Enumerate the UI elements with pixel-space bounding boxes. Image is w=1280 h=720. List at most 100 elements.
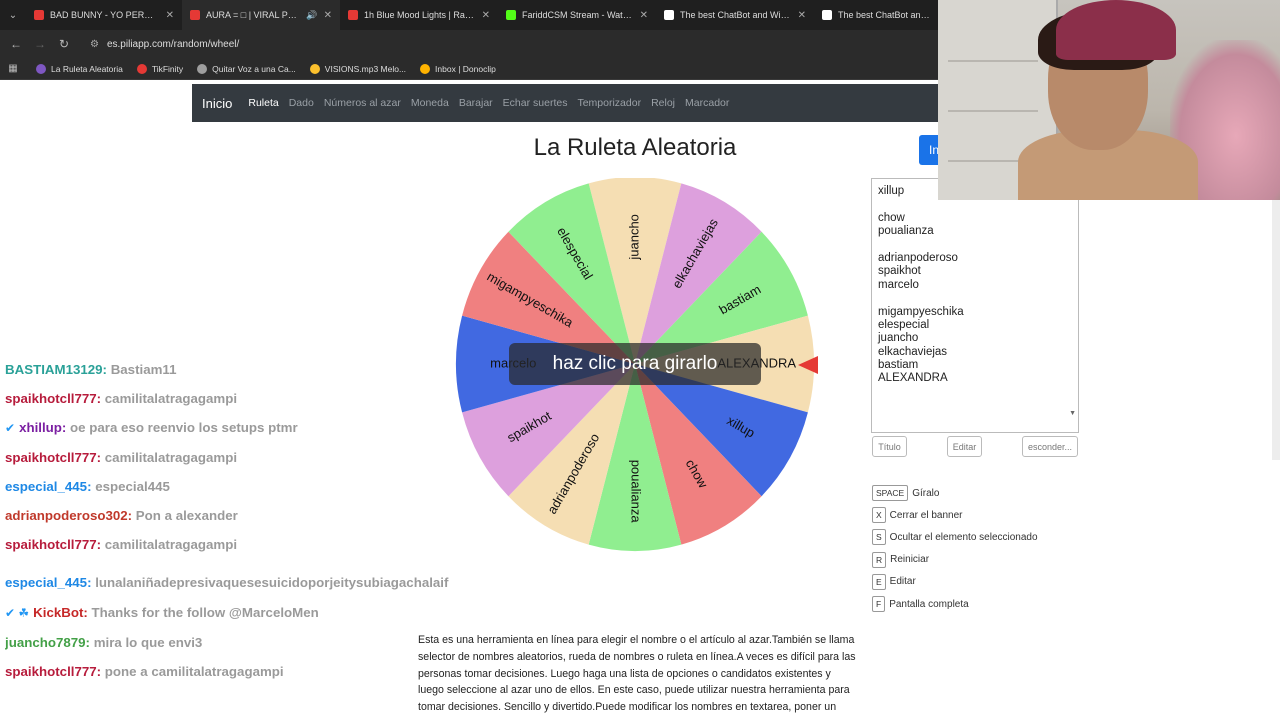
- site-brand-link[interactable]: Inicio: [202, 96, 232, 111]
- webcam-overlay: [938, 0, 1280, 200]
- tab-favicon-icon: [348, 10, 358, 20]
- shortcut-key: E: [872, 573, 886, 590]
- bookmark-item[interactable]: Inbox | Donoclip: [420, 63, 496, 74]
- title-button[interactable]: Título: [872, 436, 907, 457]
- names-line: [878, 198, 1072, 211]
- shortcut-key: S: [872, 529, 886, 546]
- names-line: marcelo: [878, 278, 919, 291]
- edit-button[interactable]: Editar: [947, 436, 982, 457]
- forward-icon[interactable]: →: [28, 37, 52, 51]
- chat-message: spaikhotcll777: camilitalatragagampi: [5, 448, 475, 467]
- bookmark-item[interactable]: VISIONS.mp3 Melo...: [309, 63, 406, 74]
- chat-username: spaikhotcll777:: [5, 450, 102, 465]
- shortcut-label: Reiniciar: [890, 554, 930, 566]
- tab-search-icon[interactable]: ⌄: [0, 0, 26, 30]
- browser-tab[interactable]: AURA = □ | VIRAL PHONK 🔊 ✕: [182, 0, 340, 30]
- webcam-headset: [1056, 0, 1176, 60]
- nav-link[interactable]: Dado: [289, 97, 314, 109]
- chat-message: ✔ ☘ KickBot: Thanks for the follow @Marce…: [5, 603, 475, 623]
- nav-link[interactable]: Temporizador: [577, 97, 641, 109]
- tab-title: 1h Blue Mood Lights | Radial g: [364, 10, 476, 20]
- shortcut-key: R: [872, 551, 887, 568]
- apps-grid-icon[interactable]: ▦: [0, 63, 26, 74]
- browser-tab[interactable]: FariddCSM Stream - Watch Live ✕: [498, 0, 656, 30]
- blue-action-button[interactable]: In: [919, 135, 940, 165]
- browser-tab[interactable]: BAD BUNNY - YO PERREO SOL ✕: [26, 0, 182, 30]
- chat-username: especial_445:: [5, 479, 92, 494]
- page-title: La Ruleta Aleatoria: [533, 134, 737, 161]
- names-line: migampyeschika: [878, 305, 964, 318]
- tab-title: The best ChatBot and Widgets: [838, 10, 932, 20]
- back-icon[interactable]: ←: [4, 37, 28, 51]
- chat-message: ✔ xhillup: oe para eso reenvio los setups…: [5, 418, 475, 438]
- wheel-segment-label: poualianza: [629, 460, 644, 524]
- chat-message: especial_445: lunalaniñadepresivaquesesu…: [5, 572, 475, 593]
- chat-text: Thanks for the follow @MarceloMen: [91, 605, 319, 620]
- nav-link[interactable]: Moneda: [411, 97, 449, 109]
- bookmark-item[interactable]: La Ruleta Aleatoria: [36, 63, 123, 74]
- names-line: [878, 292, 1072, 305]
- tab-title: The best ChatBot and Widgets: [680, 10, 792, 20]
- chat-username: spaikhotcll777:: [5, 537, 102, 552]
- nav-link[interactable]: Marcador: [685, 97, 729, 109]
- nav-link[interactable]: Reloj: [651, 97, 675, 109]
- scroll-down-icon[interactable]: ▼: [1069, 407, 1076, 420]
- hide-button[interactable]: esconder...: [1022, 436, 1078, 457]
- tab-title: FariddCSM Stream - Watch Live: [522, 10, 634, 20]
- bookmark-label: Inbox | Donoclip: [435, 63, 496, 74]
- tab-close-icon[interactable]: ✕: [798, 10, 806, 21]
- reload-icon[interactable]: ↻: [52, 37, 76, 51]
- browser-tab[interactable]: The best ChatBot and Widgets ✕: [656, 0, 814, 30]
- site-info-icon[interactable]: ⚙: [90, 39, 99, 50]
- chat-message: spaikhotcll777: camilitalatragagampi: [5, 389, 475, 408]
- chat-badge-icon: ✔ ☘: [5, 606, 30, 620]
- tab-close-icon[interactable]: ✕: [640, 10, 648, 21]
- bookmark-favicon-icon: [136, 63, 147, 74]
- nav-link[interactable]: Barajar: [459, 97, 493, 109]
- names-line: chow: [878, 211, 905, 224]
- tab-close-icon[interactable]: ✕: [324, 10, 332, 21]
- chat-text: camilitalatragagampi: [104, 450, 238, 465]
- tab-close-icon[interactable]: ✕: [166, 10, 174, 21]
- browser-tab[interactable]: 1h Blue Mood Lights | Radial g ✕: [340, 0, 498, 30]
- chat-text: camilitalatragagampi: [104, 391, 238, 406]
- shortcut-row: SPACE Gíralo: [872, 482, 1038, 504]
- names-line: poualianza: [878, 225, 934, 238]
- names-line: ALEXANDRA: [878, 372, 948, 385]
- shortcut-key: F: [872, 596, 886, 613]
- browser-tab[interactable]: The best ChatBot and Widgets: [814, 0, 940, 30]
- page-scrollbar[interactable]: [1272, 200, 1280, 460]
- browser-address-bar: ← → ↻ ⚙ es.piliapp.com/random/wheel/: [0, 30, 940, 58]
- shortcut-key: X: [872, 507, 886, 524]
- chat-message: BASTIAM13129: Bastiam11: [5, 360, 475, 379]
- chat-text: Bastiam11: [110, 362, 177, 377]
- names-line: spaikhot: [878, 265, 921, 278]
- bookmarks-bar: ▦ La Ruleta Aleatoria TikFinity Quitar Voz…: [0, 58, 940, 80]
- chat-username: especial_445:: [5, 575, 92, 590]
- chat-username: KickBot:: [33, 605, 88, 620]
- tab-audio-icon[interactable]: 🔊: [306, 10, 317, 21]
- bookmark-item[interactable]: Quitar Voz a una Ca...: [197, 63, 296, 74]
- spin-button[interactable]: haz clic para girarlo: [509, 343, 761, 385]
- names-line: elespecial: [878, 318, 930, 331]
- tab-title: AURA = □ | VIRAL PHONK: [206, 10, 300, 20]
- names-textarea[interactable]: xillup chow poualianza adrianpoderoso spaikh…: [871, 178, 1079, 433]
- tab-close-icon[interactable]: ✕: [482, 10, 490, 21]
- random-wheel[interactable]: juanchoelkachaviejasbastiamALEXANDRAxill…: [454, 178, 818, 552]
- shortcut-label: Pantalla completa: [889, 598, 969, 610]
- nav-link[interactable]: Echar suertes: [503, 97, 568, 109]
- chat-message: juancho7879: mira lo que envi3: [5, 633, 475, 652]
- url-input[interactable]: ⚙ es.piliapp.com/random/wheel/: [90, 33, 930, 55]
- shortcut-row: R Reiniciar: [872, 549, 1038, 571]
- chat-text: oe para eso reenvio los setups ptmr: [70, 420, 298, 435]
- description-text: Esta es una herramienta en línea para el…: [418, 634, 856, 714]
- chat-badge-icon: ✔: [5, 421, 16, 435]
- stream-chat-overlay: BASTIAM13129: Bastiam11 spaikhotcll777: c…: [5, 362, 475, 691]
- wheel-segment-label: juancho: [626, 214, 641, 261]
- chat-message: especial_445: especial445: [5, 477, 475, 496]
- bookmark-item[interactable]: TikFinity: [136, 63, 183, 74]
- bookmark-favicon-icon: [309, 63, 320, 74]
- chat-username: xhillup:: [19, 420, 67, 435]
- nav-link[interactable]: Ruleta: [248, 97, 278, 109]
- nav-link[interactable]: Números al azar: [324, 97, 401, 109]
